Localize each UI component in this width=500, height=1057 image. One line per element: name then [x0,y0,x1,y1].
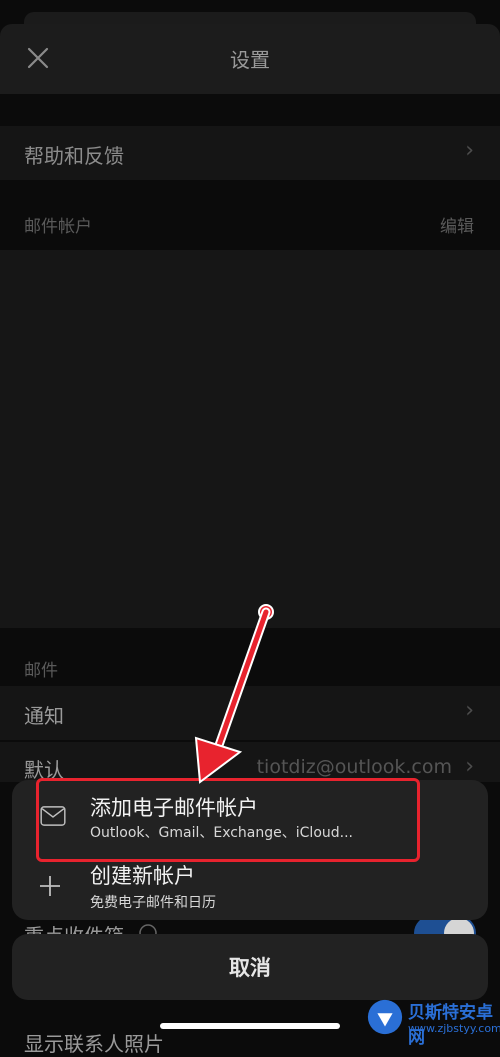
default-account-row[interactable]: 默认 tiotdiz@outlook.com › [0,742,500,782]
highlight-box [36,778,420,862]
create-new-account-option[interactable]: 创建新帐户 免费电子邮件和日历 [12,852,488,920]
plus-icon [40,876,60,896]
accounts-list-area [0,250,500,628]
notifications-row[interactable]: 通知 › [0,686,500,740]
edit-accounts-button[interactable]: 编辑 [440,212,474,237]
mail-section-label: 邮件 [24,661,58,681]
default-account-value: tiotdiz@outlook.com [256,756,452,778]
create-new-account-subtitle: 免费电子邮件和日历 [90,895,216,911]
watermark-url: www.zjbstyy.com [408,1022,500,1035]
watermark-logo-icon [367,999,403,1035]
chevron-right-icon: › [465,138,474,163]
notifications-label: 通知 [24,704,64,728]
help-feedback-row[interactable]: 帮助和反馈 › [0,126,500,180]
page-title: 设置 [230,48,270,72]
show-contact-photos-label: 显示联系人照片 [24,1032,164,1056]
home-indicator [160,1023,340,1029]
cancel-button[interactable]: 取消 [12,934,488,1000]
create-new-account-title: 创建新帐户 [90,864,195,888]
chevron-right-icon: › [465,754,474,779]
mail-accounts-section-label: 邮件帐户 [24,217,92,237]
watermark: 贝斯特安卓网 www.zjbstyy.com [360,992,500,1048]
chevron-right-icon: › [465,698,474,723]
help-feedback-label: 帮助和反馈 [24,144,124,168]
